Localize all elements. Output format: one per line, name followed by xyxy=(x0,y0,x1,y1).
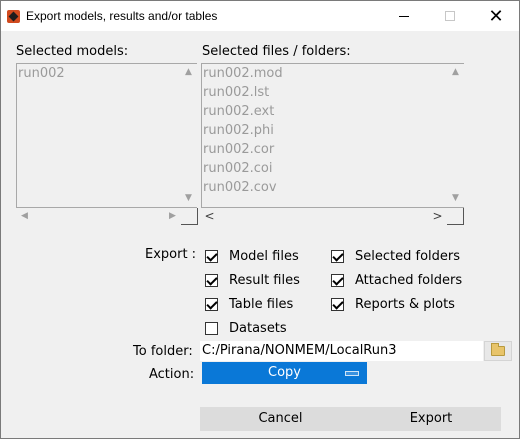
action-selected-value: Copy xyxy=(268,365,301,380)
list-item[interactable]: run002.cov xyxy=(203,180,277,195)
selected-folders-checkbox[interactable] xyxy=(331,250,344,263)
app-icon xyxy=(7,10,20,23)
window-title: Export models, results and/or tables xyxy=(26,9,218,23)
dropdown-handle-icon xyxy=(345,371,359,376)
list-item[interactable]: run002.mod xyxy=(203,66,283,81)
title-bar: Export models, results and/or tables ✕ xyxy=(1,1,519,31)
to-folder-input[interactable]: C:/Pirana/NONMEM/LocalRun3 xyxy=(200,341,483,361)
to-folder-label: To folder: xyxy=(133,344,193,359)
list-item[interactable]: run002.phi xyxy=(203,123,274,138)
datasets-checkbox[interactable] xyxy=(205,322,218,335)
action-select[interactable]: Copy xyxy=(202,362,367,384)
attached-folders-checkbox[interactable] xyxy=(331,274,344,287)
maximize-icon xyxy=(445,11,455,21)
models-vscroll[interactable]: ▲ ▼ xyxy=(180,64,197,207)
action-label: Action: xyxy=(149,367,195,382)
reports-plots-checkbox[interactable] xyxy=(331,298,344,311)
files-hscroll[interactable]: < > xyxy=(201,208,447,225)
scroll-down-icon[interactable]: ▼ xyxy=(180,190,197,207)
files-listbox[interactable]: run002.mod run002.lst run002.ext run002.… xyxy=(201,63,464,208)
table-files-checkbox[interactable] xyxy=(205,298,218,311)
export-dialog: Export models, results and/or tables ✕ S… xyxy=(0,0,520,439)
export-button[interactable]: Export xyxy=(361,407,501,431)
maximize-button xyxy=(427,1,473,31)
models-listbox[interactable]: run002 ▲ ▼ xyxy=(16,63,197,208)
list-item[interactable]: run002.coi xyxy=(203,161,272,176)
folder-icon xyxy=(491,343,505,356)
models-hscroll[interactable]: ◀ ▶ xyxy=(16,208,180,225)
minimize-button[interactable] xyxy=(381,1,427,31)
files-scroll-corner xyxy=(447,208,464,225)
scroll-up-icon[interactable]: ▲ xyxy=(447,64,464,81)
attached-folders-label: Attached folders xyxy=(355,273,463,288)
result-files-checkbox[interactable] xyxy=(205,274,218,287)
scroll-right-icon[interactable]: ▶ xyxy=(164,208,181,225)
files-vscroll[interactable]: ▲ ▼ xyxy=(447,64,464,207)
model-files-label: Model files xyxy=(229,249,299,264)
models-scroll-corner xyxy=(181,208,198,225)
browse-folder-button[interactable] xyxy=(484,341,512,361)
result-files-label: Result files xyxy=(229,273,300,288)
scroll-down-icon[interactable]: ▼ xyxy=(447,190,464,207)
datasets-label: Datasets xyxy=(229,321,287,336)
cancel-button[interactable]: Cancel xyxy=(200,407,361,431)
scroll-left-icon[interactable]: < xyxy=(201,208,218,225)
reports-plots-label: Reports & plots xyxy=(355,297,455,312)
table-files-label: Table files xyxy=(229,297,294,312)
list-item[interactable]: run002.cor xyxy=(203,142,274,157)
close-button[interactable]: ✕ xyxy=(473,1,519,31)
selected-folders-label: Selected folders xyxy=(355,249,460,264)
scroll-left-icon[interactable]: ◀ xyxy=(16,208,33,225)
export-label: Export : xyxy=(145,247,197,262)
model-files-checkbox[interactable] xyxy=(205,250,218,263)
scroll-right-icon[interactable]: > xyxy=(429,208,446,225)
list-item[interactable]: run002.lst xyxy=(203,85,269,100)
scroll-up-icon[interactable]: ▲ xyxy=(180,64,197,81)
files-label: Selected files / folders: xyxy=(202,44,351,59)
minimize-icon xyxy=(399,15,409,17)
list-item[interactable]: run002.ext xyxy=(203,104,274,119)
models-label: Selected models: xyxy=(16,44,129,59)
list-item[interactable]: run002 xyxy=(18,66,65,81)
